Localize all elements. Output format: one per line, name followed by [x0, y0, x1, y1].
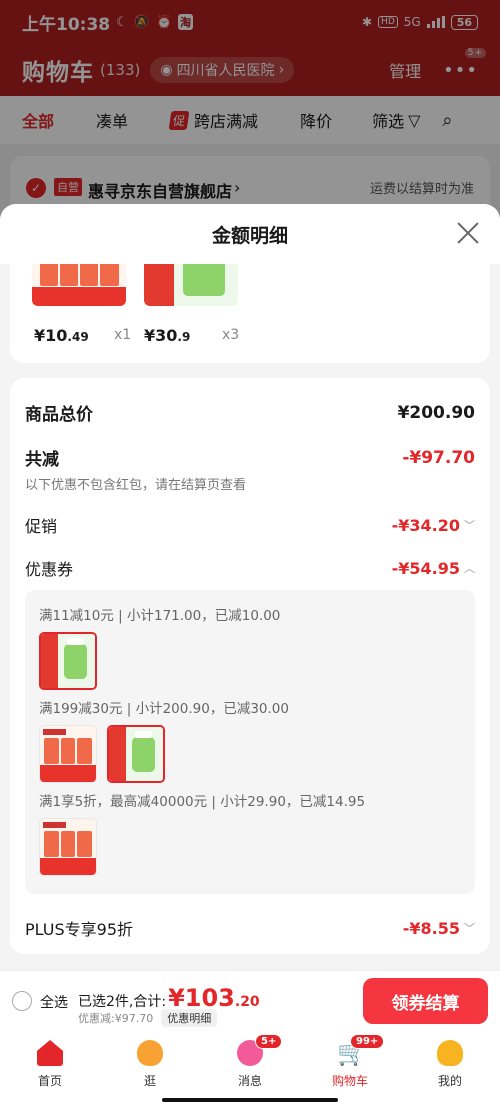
- goods-quantity: x3: [222, 327, 240, 343]
- chevron-down-icon: ﹀: [464, 519, 475, 532]
- tab-label: 消息: [237, 1074, 262, 1088]
- chevron-up-icon: ︿: [464, 562, 475, 575]
- checkout-bar: 全选 已选2件,合计: ¥103.20 优惠减:¥97.70 优惠明细 领券结算: [0, 970, 500, 1030]
- total-amount: ¥103.20: [168, 984, 260, 1012]
- coupon-row[interactable]: 优惠券 -¥54.95 ︿: [25, 556, 475, 580]
- sheet-title: 金额明细: [211, 224, 288, 247]
- product-image-bottle: [144, 264, 238, 306]
- goods-quantity: x1: [114, 327, 132, 343]
- product-thumbnail: [39, 632, 97, 690]
- coupon-label: 优惠券: [25, 560, 74, 579]
- plus-label: PLUS专享95折: [25, 920, 133, 939]
- coupon-rule: 满199减30元 | 小计200.90，已减30.00: [39, 701, 289, 717]
- goods-summary-card: ¥10.49 x1 ¥30.9 x3: [10, 264, 490, 363]
- total-label: 商品总价: [25, 405, 93, 425]
- discount-detail-button[interactable]: 优惠明细: [161, 1009, 218, 1027]
- tab-profile[interactable]: 我的: [400, 1030, 500, 1111]
- select-all-radio[interactable]: [12, 991, 32, 1011]
- promo-row[interactable]: 促销 -¥34.20 ﹀: [25, 513, 475, 537]
- discount-text: 优惠减:¥97.70: [78, 1012, 154, 1025]
- goods-price: ¥30.9: [144, 326, 191, 345]
- message-badge: 5+: [255, 1034, 283, 1049]
- home-indicator: [162, 1098, 338, 1102]
- reduce-note-row: 以下优惠不包含红包，请在结算页查看: [25, 474, 475, 493]
- goods-price: ¥10.49: [34, 326, 89, 345]
- tab-label: 购物车: [331, 1074, 368, 1088]
- discount-line: 优惠减:¥97.70 优惠明细: [78, 1009, 218, 1027]
- tab-label: 首页: [37, 1074, 62, 1088]
- checkout-button[interactable]: 领券结算: [363, 978, 488, 1024]
- total-summary: 已选2件,合计: ¥103.20: [78, 984, 260, 1012]
- summary-label: 已选2件,合计:: [78, 994, 167, 1010]
- stroll-icon: [137, 1040, 163, 1066]
- tab-label: 我的: [437, 1074, 462, 1088]
- plus-value: -¥8.55 ﹀: [402, 918, 475, 938]
- product-thumbnail: [39, 725, 97, 783]
- plus-row[interactable]: PLUS专享95折 -¥8.55 ﹀: [25, 916, 475, 940]
- select-all-label[interactable]: 全选: [40, 992, 68, 1012]
- product-thumbnail: [39, 818, 97, 876]
- coupon-value: -¥54.95 ︿: [391, 558, 475, 578]
- reduce-value: -¥97.70: [402, 447, 475, 468]
- cart-badge: 99+: [350, 1034, 385, 1049]
- total-row: 商品总价 ¥200.90: [25, 400, 475, 426]
- product-thumbnail: [107, 725, 165, 783]
- total-value: ¥200.90: [397, 402, 475, 423]
- promo-value: -¥34.20 ﹀: [391, 515, 475, 535]
- product-image-tomato: [32, 264, 126, 306]
- tab-home[interactable]: 首页: [0, 1030, 100, 1111]
- sheet-header: 金额明细: [0, 204, 500, 264]
- coupon-rule: 满1享5折，最高减40000元 | 小计29.90，已减14.95: [39, 794, 366, 810]
- profile-icon: [437, 1040, 463, 1066]
- coupon-rule: 满11减10元 | 小计171.00，已减10.00: [39, 608, 281, 624]
- coupon-breakdown: 满11减10元 | 小计171.00，已减10.00 满199减30元 | 小计…: [25, 590, 475, 894]
- price-detail-card: 商品总价 ¥200.90 共减 -¥97.70 以下优惠不包含红包，请在结算页查…: [10, 378, 490, 954]
- reduce-label: 共减: [25, 450, 59, 470]
- promo-label: 促销: [25, 517, 58, 536]
- amount-detail-sheet: 金额明细 ¥10.49 x1 ¥30.9 x3 商品总价 ¥200.90 共减 …: [0, 204, 500, 970]
- chevron-down-icon: ﹀: [464, 922, 475, 935]
- close-icon[interactable]: [456, 221, 480, 245]
- reduce-row: 共减 -¥97.70: [25, 445, 475, 471]
- tab-label: 逛: [143, 1074, 156, 1088]
- reduce-note: 以下优惠不包含红包，请在结算页查看: [25, 478, 247, 493]
- home-icon: [37, 1040, 63, 1066]
